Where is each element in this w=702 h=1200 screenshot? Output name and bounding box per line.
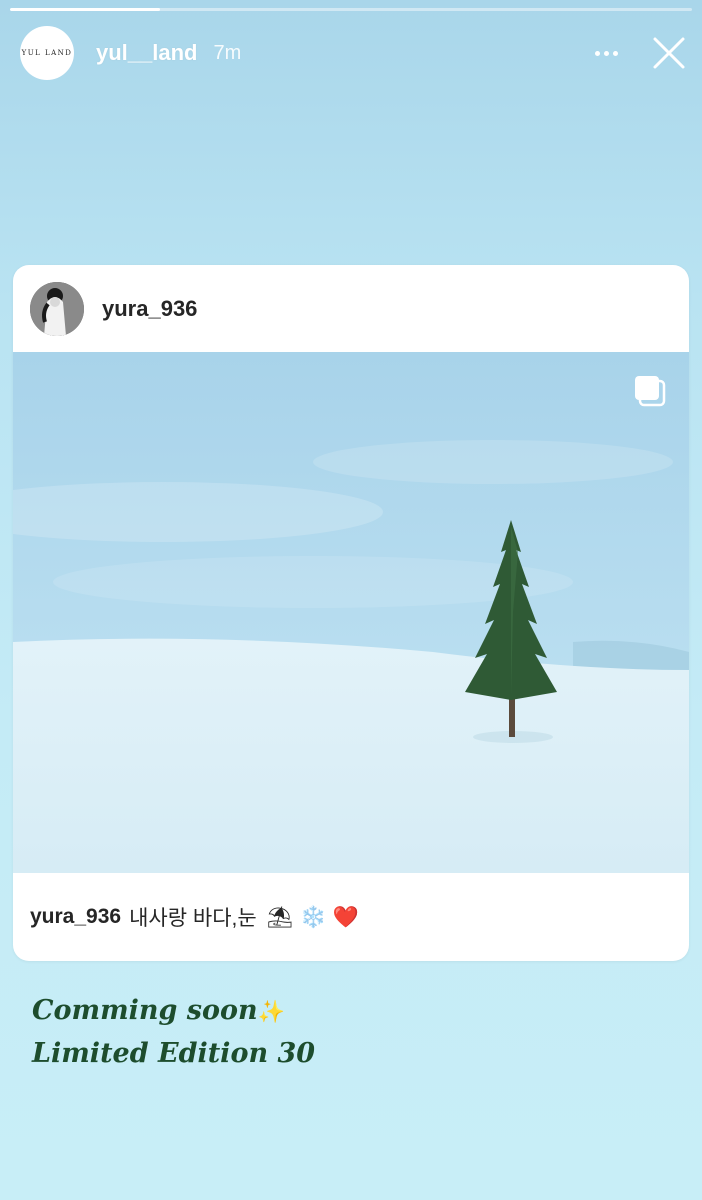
header-actions [595,36,686,70]
avatar-logo-text: YUL LAND [21,49,73,57]
story-text-overlay: Comming soon✨ Limited Edition 30 [32,990,315,1075]
post-image[interactable] [13,352,689,873]
story-avatar[interactable]: YUL LAND [20,26,74,80]
caption-emoji: ⛱ ❄️ ❤️ [266,904,359,929]
caption-text: 내사랑 바다,눈 [129,907,257,930]
caption-username[interactable]: yura_936 [30,905,121,929]
post-caption: yura_936 내사랑 바다,눈 ⛱ ❄️ ❤️ [13,873,689,961]
story-progress-bar [10,8,692,11]
shared-post-card[interactable]: yura_936 yura_936 내사랑 바다,눈 ⛱ ❄️ ❤️ [13,265,689,961]
overlay-line1-text: Comming soon [32,995,258,1026]
overlay-line-limited-edition: Limited Edition 30 [32,1038,316,1069]
post-header: yura_936 [13,265,689,352]
post-avatar[interactable] [30,281,84,336]
multiple-images-icon [635,376,666,407]
more-options-icon[interactable] [595,50,618,56]
story-progress-fill [10,8,161,11]
story-timestamp: 7m [213,41,242,64]
overlay-line-coming-soon: Comming soon✨ [32,990,315,1033]
close-icon[interactable] [652,36,686,70]
post-username[interactable]: yura_936 [102,296,197,322]
sparkle-emoji: ✨ [257,999,286,1025]
story-username[interactable]: yul__land [96,40,197,66]
story-header: YUL LAND yul__land 7m [20,26,686,80]
